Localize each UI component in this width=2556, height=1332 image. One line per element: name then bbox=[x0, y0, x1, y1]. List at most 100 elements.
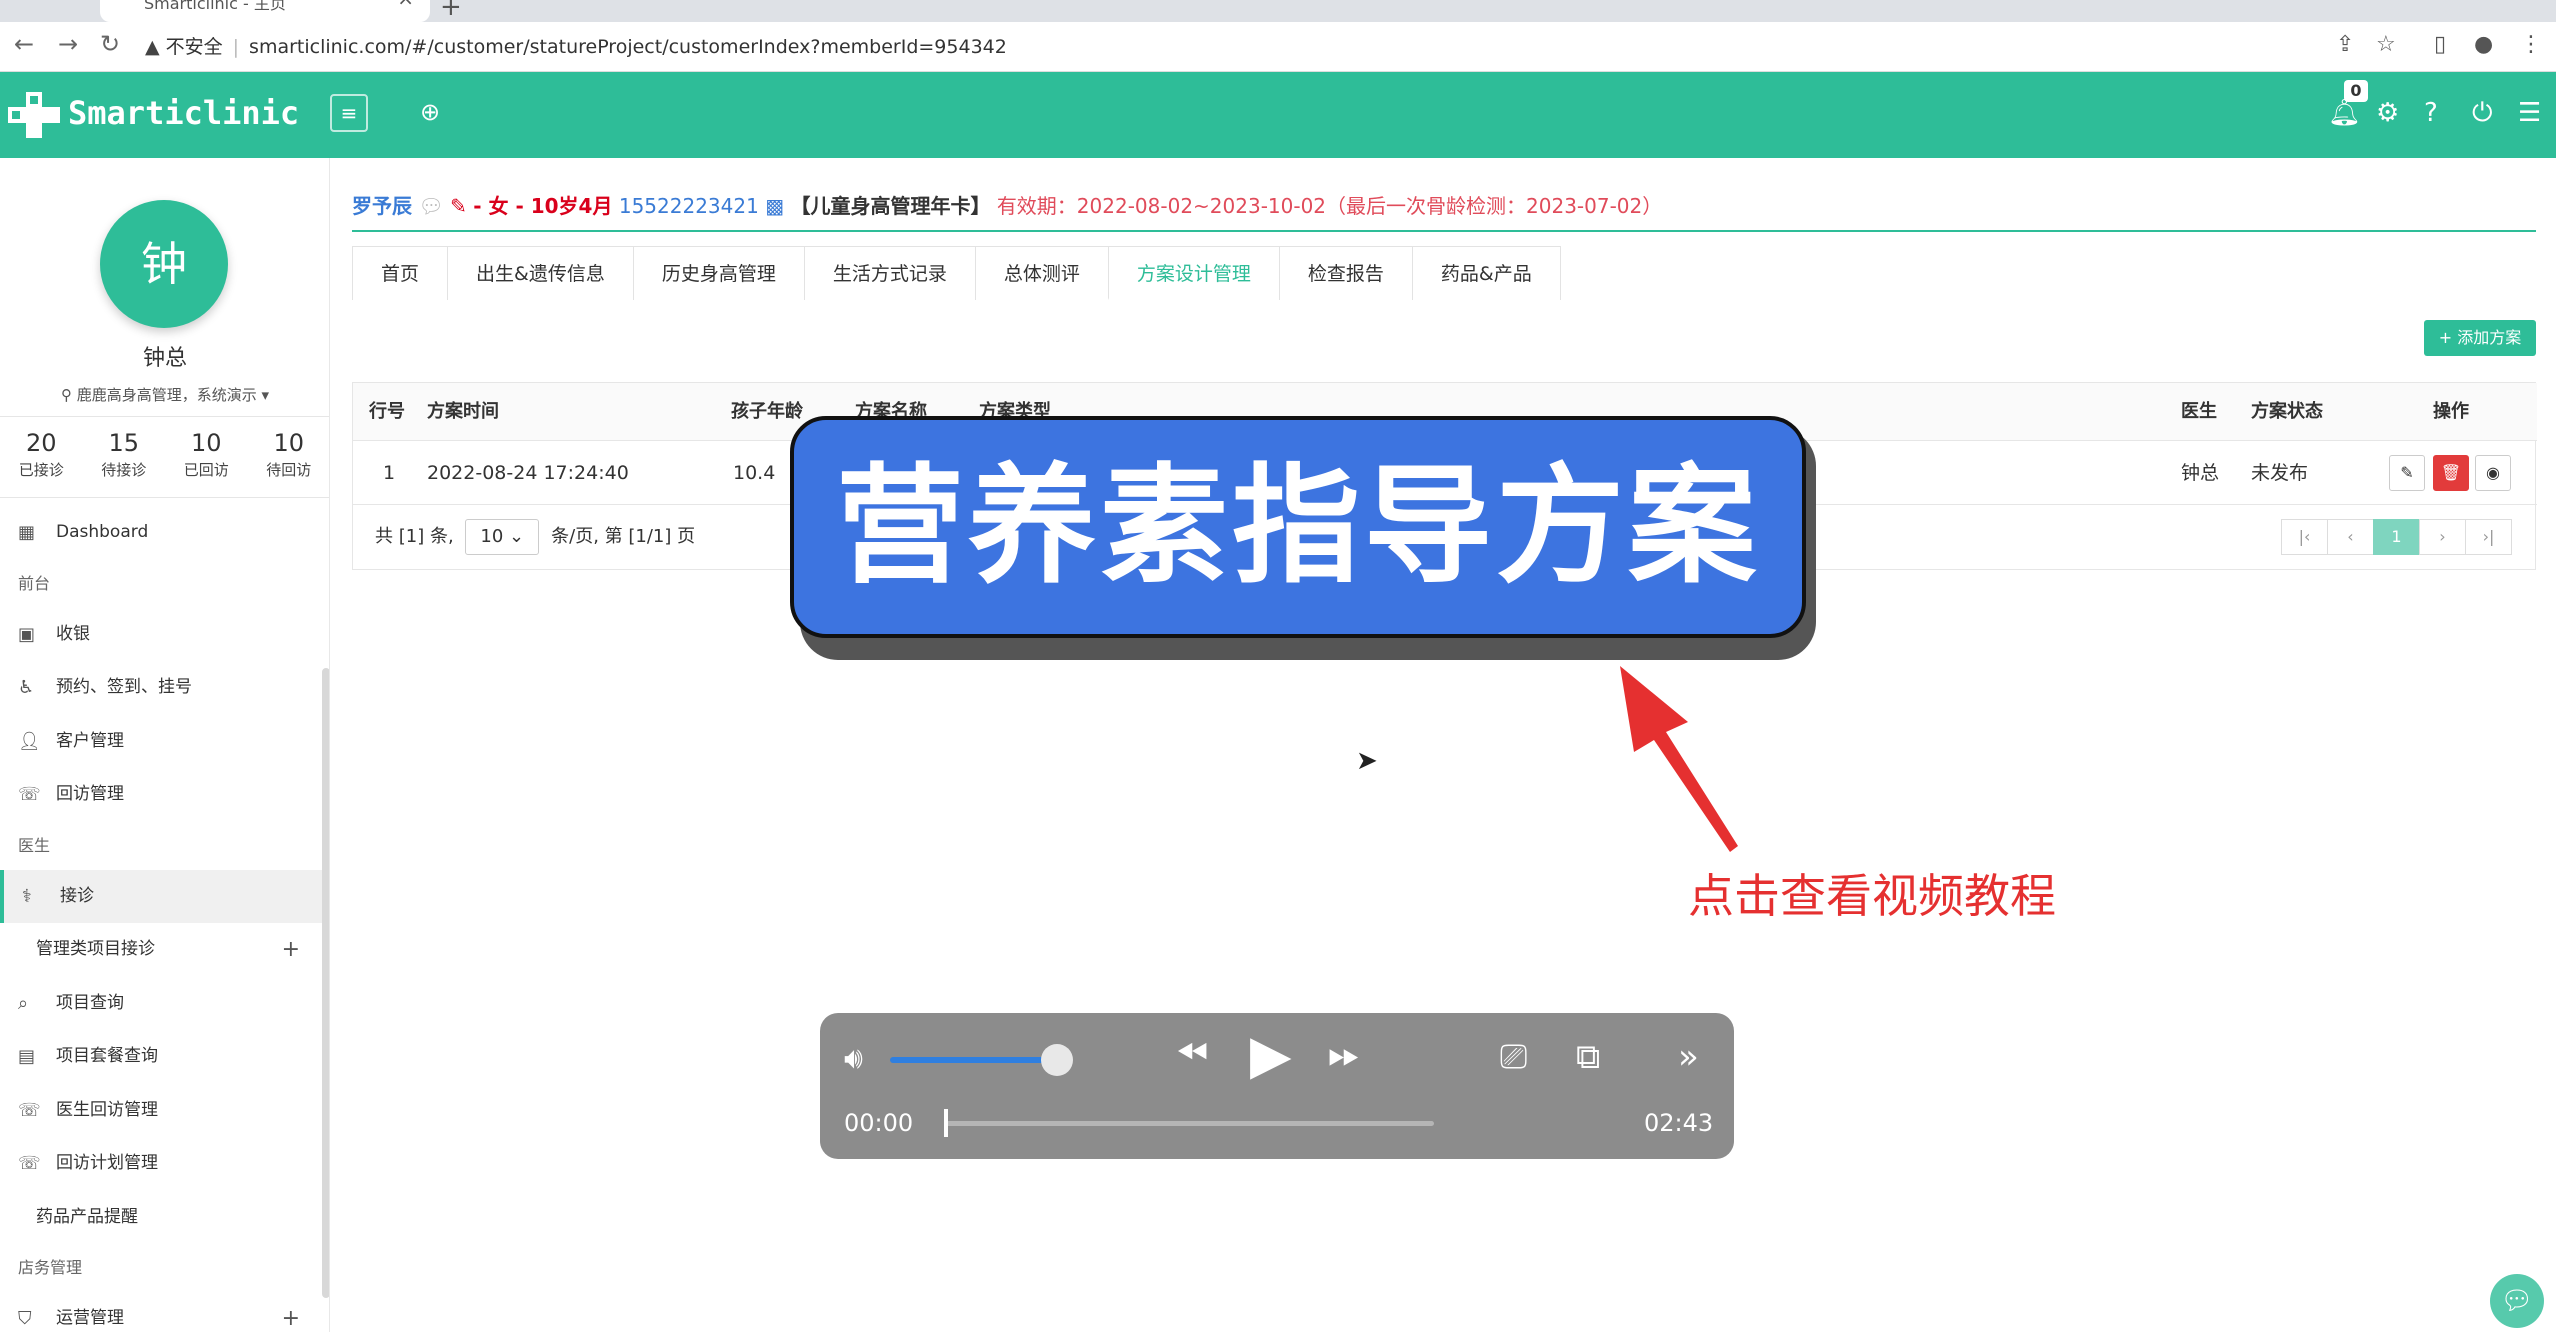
browser-tab-title: Smarticlinic - 主页 bbox=[144, 0, 286, 13]
caret-down-icon: ▾ bbox=[261, 386, 270, 404]
prev-page-button[interactable]: ‹ bbox=[2327, 519, 2374, 555]
url-separator: | bbox=[232, 36, 240, 58]
sidebar-item-followup[interactable]: ☏ 回访管理 bbox=[0, 768, 322, 822]
sidebar-item-followup-plan[interactable]: ☏ 回访计划管理 bbox=[0, 1137, 322, 1191]
volume-slider[interactable] bbox=[890, 1057, 1059, 1063]
tab-assessment[interactable]: 总体测评 bbox=[974, 246, 1109, 300]
tab-height-history[interactable]: 历史身高管理 bbox=[632, 246, 805, 300]
pager-per-page: 条/页, bbox=[551, 526, 599, 547]
app-header: Smarticlinic ≡ ⊕ 🔔︎ 0 ⚙ ? ⏻ ☰ bbox=[0, 72, 2556, 158]
stat-followed[interactable]: 10 已回访 bbox=[165, 417, 248, 497]
settings-gear-icon[interactable]: ⚙ bbox=[2376, 98, 2399, 128]
video-player-controls: 🔊︎ ⏪︎ ▶ ⏩︎ ⎚ ⧉ » 00:00 02:43 bbox=[820, 1013, 1734, 1159]
bell-icon[interactable]: 🔔︎ bbox=[2328, 98, 2361, 128]
back-icon[interactable]: ← bbox=[14, 30, 34, 58]
power-icon[interactable]: ⏻ bbox=[2472, 98, 2493, 129]
add-circle-icon[interactable]: ⊕ bbox=[420, 98, 440, 126]
sidebar-toggle-icon[interactable]: ▯ bbox=[2434, 32, 2446, 57]
stat-label: 已回访 bbox=[183, 461, 229, 479]
progress-knob[interactable] bbox=[944, 1109, 948, 1137]
sidebar-section-store: 店务管理 bbox=[18, 1258, 83, 1277]
qr-icon[interactable]: ▩ bbox=[765, 194, 790, 218]
help-icon[interactable]: ? bbox=[2424, 98, 2438, 128]
sidebar-item-project-query[interactable]: ⌕ 项目查询 bbox=[0, 977, 322, 1031]
stat-waiting[interactable]: 15 待接诊 bbox=[83, 417, 166, 497]
tab-lifestyle[interactable]: 生活方式记录 bbox=[803, 246, 976, 300]
tab-plan-design[interactable]: 方案设计管理 bbox=[1107, 246, 1280, 300]
expand-plus-icon[interactable]: + bbox=[282, 1292, 300, 1332]
col-doctor: 医生 bbox=[2181, 401, 2217, 422]
sidebar-item-label: 回访管理 bbox=[56, 784, 124, 804]
sidebar-item-drug-reminder[interactable]: 药品产品提醒 bbox=[0, 1191, 322, 1245]
visit-stats: 20 已接诊 15 待接诊 10 已回访 10 待回访 bbox=[0, 416, 330, 498]
wechat-chat-icon[interactable]: 💬︎ bbox=[2490, 1274, 2544, 1328]
share-icon[interactable]: ⇪ bbox=[2336, 32, 2354, 57]
sidebar-item-operations[interactable]: ⛉ 运营管理 + bbox=[0, 1292, 322, 1332]
chevron-right-icon[interactable]: » bbox=[1678, 1037, 1699, 1077]
sidebar-scrollbar[interactable] bbox=[322, 668, 329, 1298]
tab-home[interactable]: 首页 bbox=[352, 246, 449, 300]
sidebar-item-dashboard[interactable]: ▦ Dashboard bbox=[0, 506, 322, 560]
cell-child-age: 10.4 bbox=[733, 462, 776, 484]
chat-icon[interactable]: 💬︎ bbox=[418, 194, 450, 218]
edit-button[interactable]: ✎ bbox=[2389, 455, 2425, 491]
browser-tab-strip: Smarticlinic - 主页 × + bbox=[0, 0, 2556, 22]
tab-exam-report[interactable]: 检查报告 bbox=[1278, 246, 1413, 300]
sidebar-item-package-query[interactable]: ▤ 项目套餐查询 bbox=[0, 1030, 322, 1084]
tab-drugs-products[interactable]: 药品&产品 bbox=[1411, 246, 1561, 300]
cell-doctor: 钟总 bbox=[2181, 462, 2220, 484]
tab-birth-genetics[interactable]: 出生&遗传信息 bbox=[447, 246, 634, 300]
search-icon: ⌕ bbox=[18, 992, 29, 1014]
view-eye-button[interactable]: ◉ bbox=[2475, 455, 2511, 491]
address-bar[interactable]: ▲ 不安全 | smarticlinic.com/#/customer/stature… bbox=[145, 28, 2295, 66]
patient-name[interactable]: 罗予辰 bbox=[352, 194, 412, 218]
sidebar-item-cashier[interactable]: ▣ 收银 bbox=[0, 608, 322, 662]
list-menu-icon[interactable]: ☰ bbox=[2518, 98, 2541, 128]
forward-icon[interactable]: → bbox=[58, 30, 78, 58]
picture-in-picture-icon[interactable]: ⧉ bbox=[1576, 1037, 1600, 1077]
menu-toggle-button[interactable]: ≡ bbox=[330, 94, 368, 132]
bookmark-star-icon[interactable]: ☆ bbox=[2376, 32, 2396, 57]
sidebar-item-mgmt-reception[interactable]: 管理类项目接诊 + bbox=[0, 923, 322, 977]
rewind-icon[interactable]: ⏪︎ bbox=[1176, 1031, 1208, 1077]
pager-info: 共 [1] 条, 10 ⌄ 条/页, 第 [1/1] 页 bbox=[375, 505, 695, 569]
sidebar-item-reception[interactable]: ⚕ 接诊 bbox=[0, 869, 322, 923]
sidebar-item-doctor-followup[interactable]: ☏ 医生回访管理 bbox=[0, 1084, 322, 1138]
play-icon[interactable]: ▶ bbox=[1250, 1023, 1292, 1086]
next-page-button[interactable]: › bbox=[2419, 519, 2466, 555]
page-size-select[interactable]: 10 ⌄ bbox=[465, 519, 540, 555]
close-tab-icon[interactable]: × bbox=[397, 0, 414, 8]
first-page-button[interactable]: |‹ bbox=[2281, 519, 2328, 555]
sidebar-item-appointment[interactable]: ♿︎ 预约、签到、挂号 bbox=[0, 661, 322, 715]
col-ops: 操作 bbox=[2433, 401, 2469, 422]
avatar[interactable]: 钟 bbox=[100, 200, 228, 328]
browser-tab[interactable]: Smarticlinic - 主页 × bbox=[100, 0, 430, 22]
page-number-button[interactable]: 1 bbox=[2373, 519, 2420, 555]
edit-pen-icon[interactable]: ✎ bbox=[450, 194, 467, 218]
user-icon: 👤︎ bbox=[18, 730, 41, 752]
delete-button[interactable]: 🗑︎ bbox=[2433, 455, 2469, 491]
sidebar: 钟 钟总 ⚲ 鹿鹿高身高管理，系统演示 ▾ 20 已接诊 15 待接诊 10 已回访 … bbox=[0, 158, 330, 1332]
org-selector[interactable]: ⚲ 鹿鹿高身高管理，系统演示 ▾ bbox=[0, 384, 329, 405]
sidebar-item-label: 运营管理 bbox=[56, 1308, 124, 1328]
new-tab-icon[interactable]: + bbox=[440, 0, 462, 22]
airplay-icon[interactable]: ⎚ bbox=[1500, 1037, 1527, 1077]
volume-knob[interactable] bbox=[1041, 1044, 1073, 1076]
expand-plus-icon[interactable]: + bbox=[282, 923, 300, 977]
logo-text: Smarticlinic bbox=[68, 94, 300, 132]
volume-icon[interactable]: 🔊︎ bbox=[844, 1041, 863, 1076]
add-plan-button[interactable]: + 添加方案 bbox=[2424, 320, 2536, 356]
cash-icon: ▣ bbox=[18, 623, 36, 645]
last-page-button[interactable]: ›| bbox=[2465, 519, 2512, 555]
fast-forward-icon[interactable]: ⏩︎ bbox=[1328, 1031, 1360, 1077]
progress-track[interactable] bbox=[946, 1121, 1434, 1126]
sidebar-item-label: 管理类项目接诊 bbox=[36, 939, 155, 959]
more-menu-icon[interactable]: ⋮ bbox=[2520, 32, 2542, 57]
sidebar-item-customers[interactable]: 👤︎ 客户管理 bbox=[0, 715, 322, 769]
mouse-cursor-icon: ➤ bbox=[1356, 746, 1378, 776]
stat-received[interactable]: 20 已接诊 bbox=[0, 417, 83, 497]
stat-to-follow[interactable]: 10 待回访 bbox=[248, 417, 330, 497]
reload-icon[interactable]: ↻ bbox=[100, 30, 120, 58]
profile-icon[interactable]: ● bbox=[2474, 32, 2493, 57]
video-title-banner: 营养素指导方案 bbox=[790, 416, 1806, 638]
